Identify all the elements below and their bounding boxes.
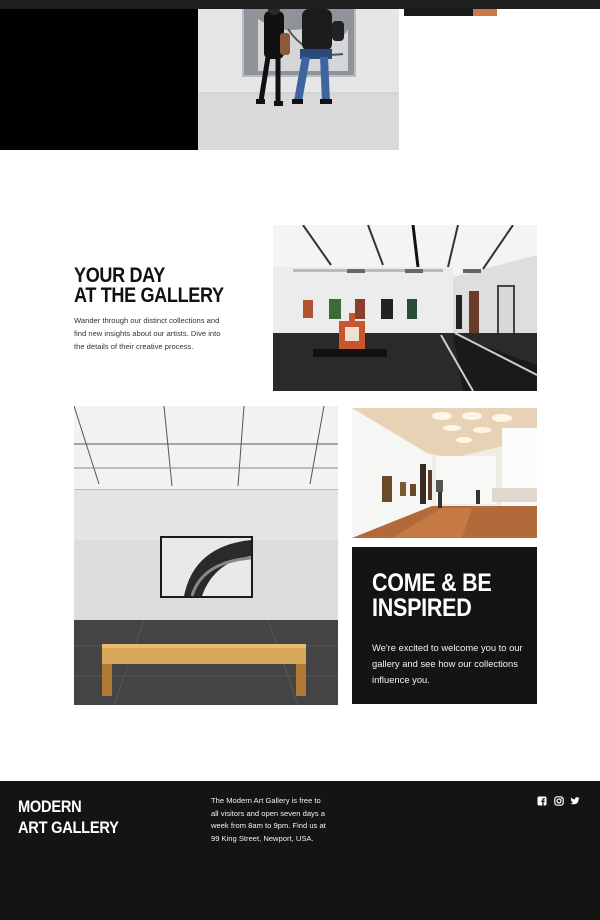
visit-heading-line2: AT THE GALLERY xyxy=(74,284,224,307)
footer-info: The Modern Art Gallery is free to all vi… xyxy=(211,796,326,843)
visit-heading: YOUR DAY AT THE GALLERY xyxy=(74,264,237,307)
top-bar xyxy=(0,0,600,9)
inspire-card: COME & BE INSPIRED We're excited to welc… xyxy=(352,547,537,704)
facebook-icon[interactable] xyxy=(537,796,547,806)
top-black-panel xyxy=(0,9,198,150)
instagram-icon[interactable] xyxy=(554,796,564,806)
gallery-room-photo xyxy=(273,225,537,391)
twitter-icon[interactable] xyxy=(570,796,580,806)
footer-logo[interactable]: MODERN ART GALLERY xyxy=(18,796,121,838)
inspire-description: We're excited to welcome you to our gall… xyxy=(372,642,523,685)
top-strip xyxy=(404,9,497,16)
inspire-heading-line2: INSPIRED xyxy=(372,594,472,622)
hall-photo xyxy=(352,408,537,538)
footer-logo-line2: ART GALLERY xyxy=(18,818,119,837)
bench-room-photo xyxy=(74,406,338,705)
footer: MODERN ART GALLERY The Modern Art Galler… xyxy=(0,781,600,920)
visit-description: Wander through our distinct collections … xyxy=(74,316,221,351)
visit-heading-line1: YOUR DAY xyxy=(74,264,165,287)
accent-bar xyxy=(473,9,497,16)
inspire-heading-line1: COME & BE xyxy=(372,569,492,597)
visitors-photo xyxy=(198,9,399,150)
inspire-heading: COME & BE INSPIRED xyxy=(372,571,518,621)
footer-logo-line1: MODERN xyxy=(18,797,82,816)
